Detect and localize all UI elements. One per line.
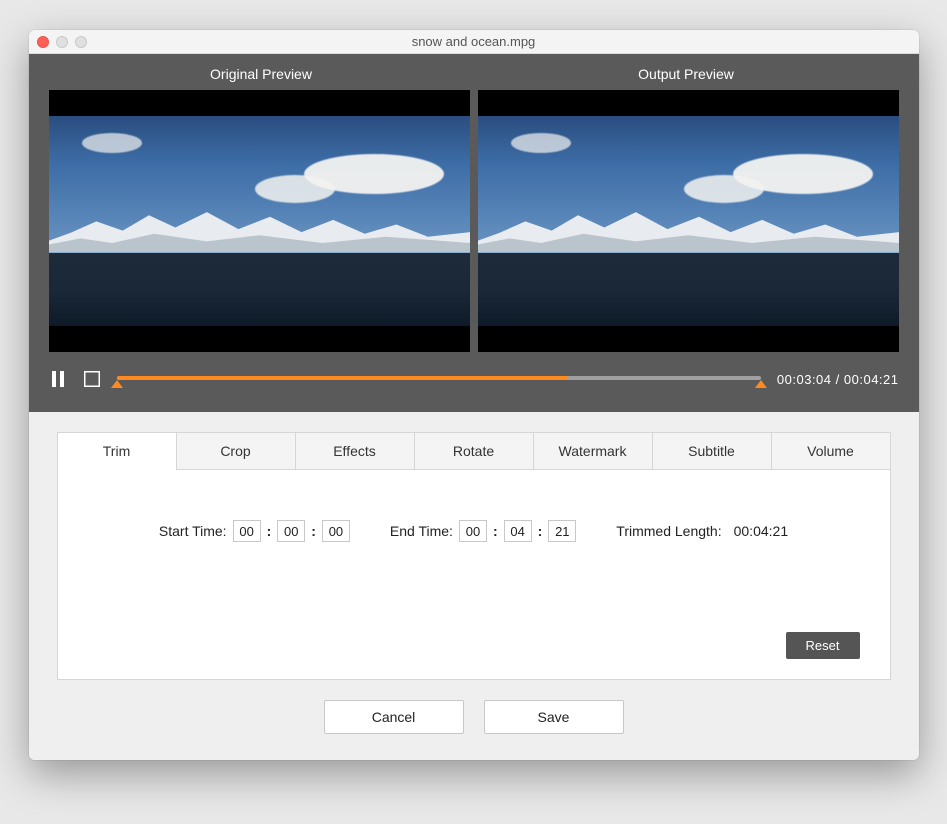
- cancel-button[interactable]: Cancel: [324, 700, 464, 734]
- editor-panel: Trim Crop Effects Rotate Watermark Subti…: [29, 412, 919, 760]
- playback-controls: 00:03:04 / 00:04:21: [49, 352, 899, 388]
- start-time-group: Start Time: : :: [159, 520, 350, 542]
- current-time: 00:03:04: [777, 372, 832, 387]
- stop-icon: [84, 371, 100, 387]
- time-readout: 00:03:04 / 00:04:21: [777, 372, 899, 387]
- titlebar: snow and ocean.mpg: [29, 30, 919, 54]
- start-mm-input[interactable]: [277, 520, 305, 542]
- tab-rotate[interactable]: Rotate: [415, 432, 534, 469]
- end-mm-input[interactable]: [504, 520, 532, 542]
- end-time-label: End Time:: [390, 523, 453, 539]
- start-ss-input[interactable]: [322, 520, 350, 542]
- trimmed-length-label: Trimmed Length:: [616, 523, 721, 539]
- end-time-group: End Time: : :: [390, 520, 576, 542]
- start-hh-input[interactable]: [233, 520, 261, 542]
- video-editor-window: snow and ocean.mpg Original Preview Outp…: [29, 30, 919, 760]
- stop-button[interactable]: [83, 370, 101, 388]
- trim-end-marker[interactable]: [755, 380, 767, 388]
- total-time: 00:04:21: [844, 372, 899, 387]
- end-hh-input[interactable]: [459, 520, 487, 542]
- preview-area: Original Preview Output Preview: [29, 54, 919, 412]
- tab-bar: Trim Crop Effects Rotate Watermark Subti…: [57, 432, 891, 470]
- reset-button[interactable]: Reset: [786, 632, 860, 659]
- original-preview-label: Original Preview: [49, 66, 474, 90]
- output-preview-label: Output Preview: [474, 66, 899, 90]
- end-ss-input[interactable]: [548, 520, 576, 542]
- tab-effects[interactable]: Effects: [296, 432, 415, 469]
- trimmed-length-group: Trimmed Length: 00:04:21: [616, 523, 788, 539]
- original-preview: [49, 90, 470, 352]
- pause-icon: [51, 371, 65, 387]
- window-controls: [37, 36, 87, 48]
- tab-subtitle[interactable]: Subtitle: [653, 432, 772, 469]
- tab-crop[interactable]: Crop: [177, 432, 296, 469]
- output-preview: [478, 90, 899, 352]
- window-title: snow and ocean.mpg: [29, 34, 919, 49]
- trimmed-length-value: 00:04:21: [734, 523, 789, 539]
- minimize-window-button[interactable]: [56, 36, 68, 48]
- pause-button[interactable]: [49, 370, 67, 388]
- dialog-buttons: Cancel Save: [57, 680, 891, 734]
- save-button[interactable]: Save: [484, 700, 624, 734]
- timeline-progress: [117, 376, 568, 380]
- tab-volume[interactable]: Volume: [772, 432, 891, 469]
- close-window-button[interactable]: [37, 36, 49, 48]
- trim-start-marker[interactable]: [111, 380, 123, 388]
- trim-panel: Start Time: : : End Time: : : Trimmed: [57, 470, 891, 680]
- timeline-slider[interactable]: [117, 370, 761, 388]
- start-time-label: Start Time:: [159, 523, 227, 539]
- tab-watermark[interactable]: Watermark: [534, 432, 653, 469]
- zoom-window-button[interactable]: [75, 36, 87, 48]
- tab-trim[interactable]: Trim: [57, 432, 177, 469]
